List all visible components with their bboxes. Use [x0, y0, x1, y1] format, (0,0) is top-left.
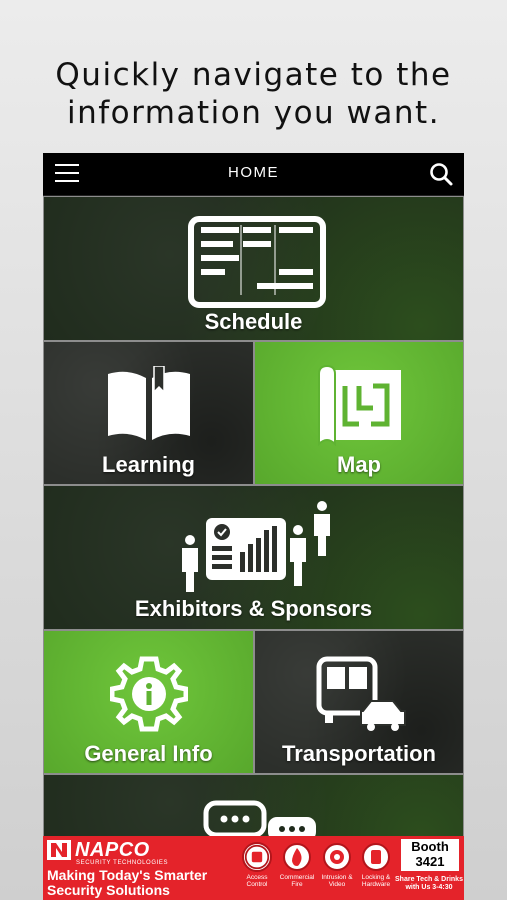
tile-learning[interactable]: Learning [43, 341, 254, 485]
category-label: Locking & Hardware [361, 874, 391, 888]
napco-logo-icon [47, 840, 71, 860]
tagline-line-2: Security Solutions [47, 882, 170, 898]
category-commercial-fire: Commercial Fire [277, 842, 317, 900]
tile-exhibitors-label: Exhibitors & Sponsors [134, 596, 373, 621]
tile-learning-label: Learning [102, 452, 195, 477]
tile-transportation-label: Transportation [281, 741, 436, 766]
schedule-board-icon [188, 216, 326, 308]
top-navbar: HOME [43, 153, 464, 195]
brand-subtitle: SECURITY TECHNOLOGIES [76, 860, 169, 866]
ad-banner[interactable]: NAPCO SECURITY TECHNOLOGIES Making Today… [43, 836, 464, 900]
booth-number: 3421 [415, 854, 445, 869]
lock-icon [362, 843, 390, 871]
tile-general-info-label: General Info [84, 741, 213, 766]
booth-badge: Booth 3421 [401, 839, 459, 871]
brand-name: NAPCO [75, 839, 150, 861]
tile-map[interactable]: Map [254, 341, 464, 485]
tile-schedule[interactable]: Schedule [43, 196, 464, 341]
tile-schedule-label: Schedule [204, 309, 303, 334]
tile-transportation[interactable]: Transportation [254, 630, 464, 774]
camera-icon [323, 843, 351, 871]
caption-line-1: Quickly navigate to the [55, 57, 452, 93]
caption-line-2: information you want. [66, 95, 441, 131]
category-access-control: Access Control [237, 842, 277, 900]
exhibitors-presentation-icon [182, 501, 330, 592]
open-book-icon [108, 366, 190, 440]
access-control-icon [242, 842, 272, 872]
fire-icon [283, 843, 311, 871]
tile-general-info[interactable]: General Info [43, 630, 254, 774]
category-label: Intrusion & Video [321, 874, 353, 888]
bus-car-icon [316, 656, 406, 731]
category-locking-hardware: Locking & Hardware [356, 842, 396, 900]
tile-exhibitors[interactable]: Exhibitors & Sponsors [43, 485, 464, 630]
tagline-line-1: Making Today's Smarter [47, 867, 208, 883]
tile-map-label: Map [337, 452, 381, 477]
booth-label: Booth [411, 839, 449, 854]
tile-next[interactable] [43, 774, 464, 844]
category-label: Access Control [246, 874, 268, 888]
category-intrusion-video: Intrusion & Video [317, 842, 357, 900]
phone-screen: HOME Schedule Learning Map Exhibitors & … [43, 153, 464, 900]
search-icon[interactable] [428, 161, 454, 187]
floor-map-icon [318, 364, 401, 446]
chat-bubbles-icon [203, 800, 316, 841]
category-label: Commercial Fire [279, 874, 315, 888]
promo-caption: Quickly navigate to the information you … [0, 56, 507, 132]
info-gear-icon [110, 656, 188, 732]
share-text: Share Tech & Drinks with Us 3-4:30 [395, 876, 463, 891]
page-title: HOME [228, 164, 279, 181]
